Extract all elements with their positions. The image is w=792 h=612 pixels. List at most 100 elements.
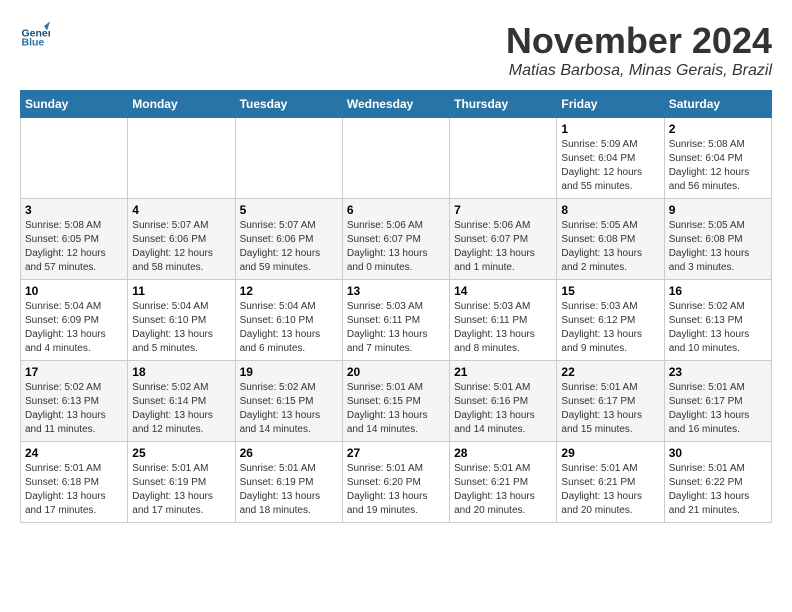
day-info: Sunrise: 5:02 AMSunset: 6:15 PMDaylight:… <box>240 381 338 437</box>
day-number: 25 <box>132 446 230 460</box>
day-cell: 4 Sunrise: 5:07 AMSunset: 6:06 PMDaylight… <box>128 199 235 280</box>
day-cell: 21 Sunrise: 5:01 AMSunset: 6:16 PMDayligh… <box>450 361 557 442</box>
day-info: Sunrise: 5:01 AMSunset: 6:18 PMDaylight:… <box>25 462 123 518</box>
col-header-monday: Monday <box>128 91 235 118</box>
day-cell: 24 Sunrise: 5:01 AMSunset: 6:18 PMDayligh… <box>21 442 128 523</box>
day-info: Sunrise: 5:01 AMSunset: 6:17 PMDaylight:… <box>669 381 767 437</box>
day-cell: 20 Sunrise: 5:01 AMSunset: 6:15 PMDayligh… <box>342 361 449 442</box>
month-title: November 2024 <box>506 20 772 62</box>
day-cell: 3 Sunrise: 5:08 AMSunset: 6:05 PMDaylight… <box>21 199 128 280</box>
week-row-2: 10 Sunrise: 5:04 AMSunset: 6:09 PMDayligh… <box>21 280 772 361</box>
day-info: Sunrise: 5:03 AMSunset: 6:11 PMDaylight:… <box>454 300 552 356</box>
day-cell: 18 Sunrise: 5:02 AMSunset: 6:14 PMDayligh… <box>128 361 235 442</box>
day-info: Sunrise: 5:01 AMSunset: 6:15 PMDaylight:… <box>347 381 445 437</box>
day-number: 18 <box>132 365 230 379</box>
calendar-table: SundayMondayTuesdayWednesdayThursdayFrid… <box>20 90 772 523</box>
day-cell: 16 Sunrise: 5:02 AMSunset: 6:13 PMDayligh… <box>664 280 771 361</box>
day-number: 26 <box>240 446 338 460</box>
day-cell: 23Sunrise: 5:01 AMSunset: 6:17 PMDayligh… <box>664 361 771 442</box>
day-info: Sunrise: 5:01 AMSunset: 6:19 PMDaylight:… <box>132 462 230 518</box>
day-number: 27 <box>347 446 445 460</box>
day-cell <box>235 118 342 199</box>
day-info: Sunrise: 5:03 AMSunset: 6:11 PMDaylight:… <box>347 300 445 356</box>
day-cell <box>450 118 557 199</box>
day-number: 21 <box>454 365 552 379</box>
col-header-sunday: Sunday <box>21 91 128 118</box>
day-number: 3 <box>25 203 123 217</box>
day-info: Sunrise: 5:01 AMSunset: 6:17 PMDaylight:… <box>561 381 659 437</box>
day-cell: 15 Sunrise: 5:03 AMSunset: 6:12 PMDayligh… <box>557 280 664 361</box>
week-row-0: 1Sunrise: 5:09 AMSunset: 6:04 PMDaylight… <box>21 118 772 199</box>
day-cell: 14Sunrise: 5:03 AMSunset: 6:11 PMDayligh… <box>450 280 557 361</box>
day-info: Sunrise: 5:01 AMSunset: 6:21 PMDaylight:… <box>561 462 659 518</box>
day-number: 12 <box>240 284 338 298</box>
day-number: 7 <box>454 203 552 217</box>
day-cell: 27Sunrise: 5:01 AMSunset: 6:20 PMDayligh… <box>342 442 449 523</box>
day-number: 30 <box>669 446 767 460</box>
day-cell: 11 Sunrise: 5:04 AMSunset: 6:10 PMDayligh… <box>128 280 235 361</box>
day-number: 15 <box>561 284 659 298</box>
day-number: 9 <box>669 203 767 217</box>
day-info: Sunrise: 5:01 AMSunset: 6:22 PMDaylight:… <box>669 462 767 518</box>
location-subtitle: Matias Barbosa, Minas Gerais, Brazil <box>506 62 772 80</box>
week-row-3: 17Sunrise: 5:02 AMSunset: 6:13 PMDayligh… <box>21 361 772 442</box>
day-cell: 6 Sunrise: 5:06 AMSunset: 6:07 PMDaylight… <box>342 199 449 280</box>
header-row: SundayMondayTuesdayWednesdayThursdayFrid… <box>21 91 772 118</box>
day-cell: 30 Sunrise: 5:01 AMSunset: 6:22 PMDayligh… <box>664 442 771 523</box>
day-info: Sunrise: 5:01 AMSunset: 6:16 PMDaylight:… <box>454 381 552 437</box>
col-header-friday: Friday <box>557 91 664 118</box>
day-cell: 8Sunrise: 5:05 AMSunset: 6:08 PMDaylight… <box>557 199 664 280</box>
day-info: Sunrise: 5:08 AMSunset: 6:04 PMDaylight:… <box>669 138 767 194</box>
day-cell <box>21 118 128 199</box>
day-info: Sunrise: 5:03 AMSunset: 6:12 PMDaylight:… <box>561 300 659 356</box>
week-row-4: 24 Sunrise: 5:01 AMSunset: 6:18 PMDayligh… <box>21 442 772 523</box>
day-number: 22 <box>561 365 659 379</box>
day-cell: 28 Sunrise: 5:01 AMSunset: 6:21 PMDayligh… <box>450 442 557 523</box>
day-cell: 12Sunrise: 5:04 AMSunset: 6:10 PMDayligh… <box>235 280 342 361</box>
day-number: 2 <box>669 122 767 136</box>
day-info: Sunrise: 5:01 AMSunset: 6:19 PMDaylight:… <box>240 462 338 518</box>
day-cell: 10 Sunrise: 5:04 AMSunset: 6:09 PMDayligh… <box>21 280 128 361</box>
day-info: Sunrise: 5:04 AMSunset: 6:10 PMDaylight:… <box>132 300 230 356</box>
day-cell: 5 Sunrise: 5:07 AMSunset: 6:06 PMDaylight… <box>235 199 342 280</box>
day-cell: 1Sunrise: 5:09 AMSunset: 6:04 PMDaylight… <box>557 118 664 199</box>
day-info: Sunrise: 5:02 AMSunset: 6:14 PMDaylight:… <box>132 381 230 437</box>
logo-icon: General Blue <box>20 20 50 50</box>
day-cell: 9 Sunrise: 5:05 AMSunset: 6:08 PMDaylight… <box>664 199 771 280</box>
day-number: 6 <box>347 203 445 217</box>
day-info: Sunrise: 5:05 AMSunset: 6:08 PMDaylight:… <box>561 219 659 275</box>
day-number: 24 <box>25 446 123 460</box>
day-cell: 2 Sunrise: 5:08 AMSunset: 6:04 PMDaylight… <box>664 118 771 199</box>
day-number: 13 <box>347 284 445 298</box>
day-info: Sunrise: 5:06 AMSunset: 6:07 PMDaylight:… <box>347 219 445 275</box>
day-info: Sunrise: 5:02 AMSunset: 6:13 PMDaylight:… <box>669 300 767 356</box>
page-header: General Blue November 2024 Matias Barbos… <box>20 20 772 80</box>
day-info: Sunrise: 5:08 AMSunset: 6:05 PMDaylight:… <box>25 219 123 275</box>
day-cell: 25 Sunrise: 5:01 AMSunset: 6:19 PMDayligh… <box>128 442 235 523</box>
day-number: 20 <box>347 365 445 379</box>
day-number: 11 <box>132 284 230 298</box>
day-number: 28 <box>454 446 552 460</box>
day-number: 17 <box>25 365 123 379</box>
day-info: Sunrise: 5:06 AMSunset: 6:07 PMDaylight:… <box>454 219 552 275</box>
logo: General Blue <box>20 20 50 50</box>
day-cell: 26 Sunrise: 5:01 AMSunset: 6:19 PMDayligh… <box>235 442 342 523</box>
day-number: 16 <box>669 284 767 298</box>
day-info: Sunrise: 5:07 AMSunset: 6:06 PMDaylight:… <box>240 219 338 275</box>
title-section: November 2024 Matias Barbosa, Minas Gera… <box>506 20 772 80</box>
day-info: Sunrise: 5:07 AMSunset: 6:06 PMDaylight:… <box>132 219 230 275</box>
day-cell: 22 Sunrise: 5:01 AMSunset: 6:17 PMDayligh… <box>557 361 664 442</box>
day-info: Sunrise: 5:01 AMSunset: 6:21 PMDaylight:… <box>454 462 552 518</box>
day-info: Sunrise: 5:05 AMSunset: 6:08 PMDaylight:… <box>669 219 767 275</box>
week-row-1: 3 Sunrise: 5:08 AMSunset: 6:05 PMDaylight… <box>21 199 772 280</box>
day-number: 10 <box>25 284 123 298</box>
day-number: 29 <box>561 446 659 460</box>
day-info: Sunrise: 5:09 AMSunset: 6:04 PMDaylight:… <box>561 138 659 194</box>
col-header-saturday: Saturday <box>664 91 771 118</box>
day-cell: 7 Sunrise: 5:06 AMSunset: 6:07 PMDaylight… <box>450 199 557 280</box>
day-number: 5 <box>240 203 338 217</box>
col-header-thursday: Thursday <box>450 91 557 118</box>
day-info: Sunrise: 5:04 AMSunset: 6:09 PMDaylight:… <box>25 300 123 356</box>
col-header-tuesday: Tuesday <box>235 91 342 118</box>
day-number: 4 <box>132 203 230 217</box>
